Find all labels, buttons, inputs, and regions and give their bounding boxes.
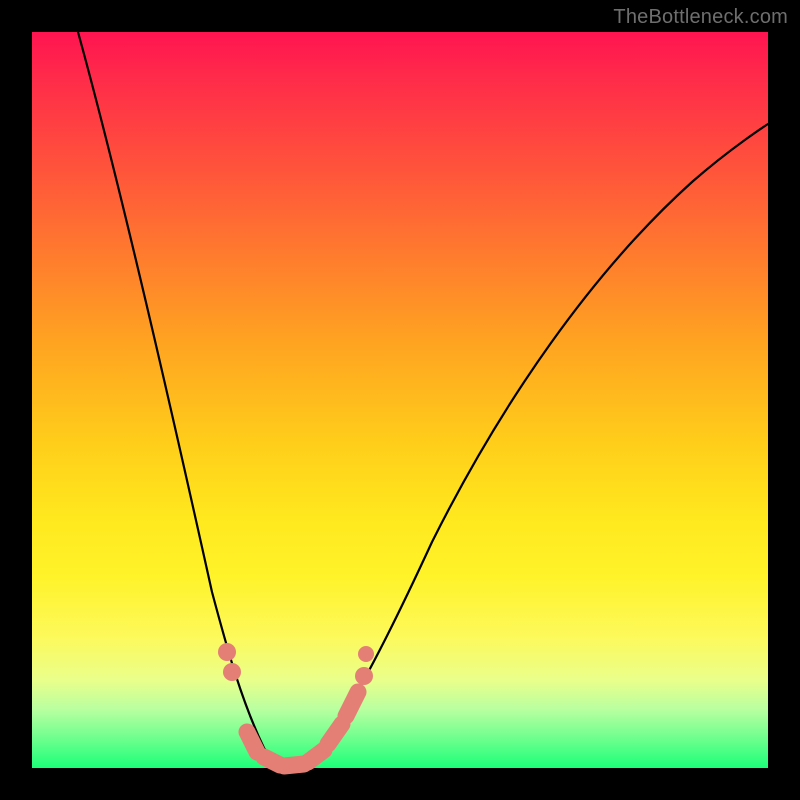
marker-segment xyxy=(308,750,324,762)
outer-frame: TheBottleneck.com xyxy=(0,0,800,800)
marker-dot xyxy=(358,646,374,662)
marker-dot xyxy=(218,643,236,661)
marker-segment xyxy=(346,692,358,716)
marker-segment xyxy=(328,724,342,744)
marker-segment xyxy=(247,732,257,752)
watermark-text: TheBottleneck.com xyxy=(613,6,788,29)
marker-dot xyxy=(355,667,373,685)
bottleneck-curve xyxy=(32,32,768,768)
marker-dot xyxy=(223,663,241,681)
curve-path xyxy=(78,32,768,765)
plot-area xyxy=(32,32,768,768)
